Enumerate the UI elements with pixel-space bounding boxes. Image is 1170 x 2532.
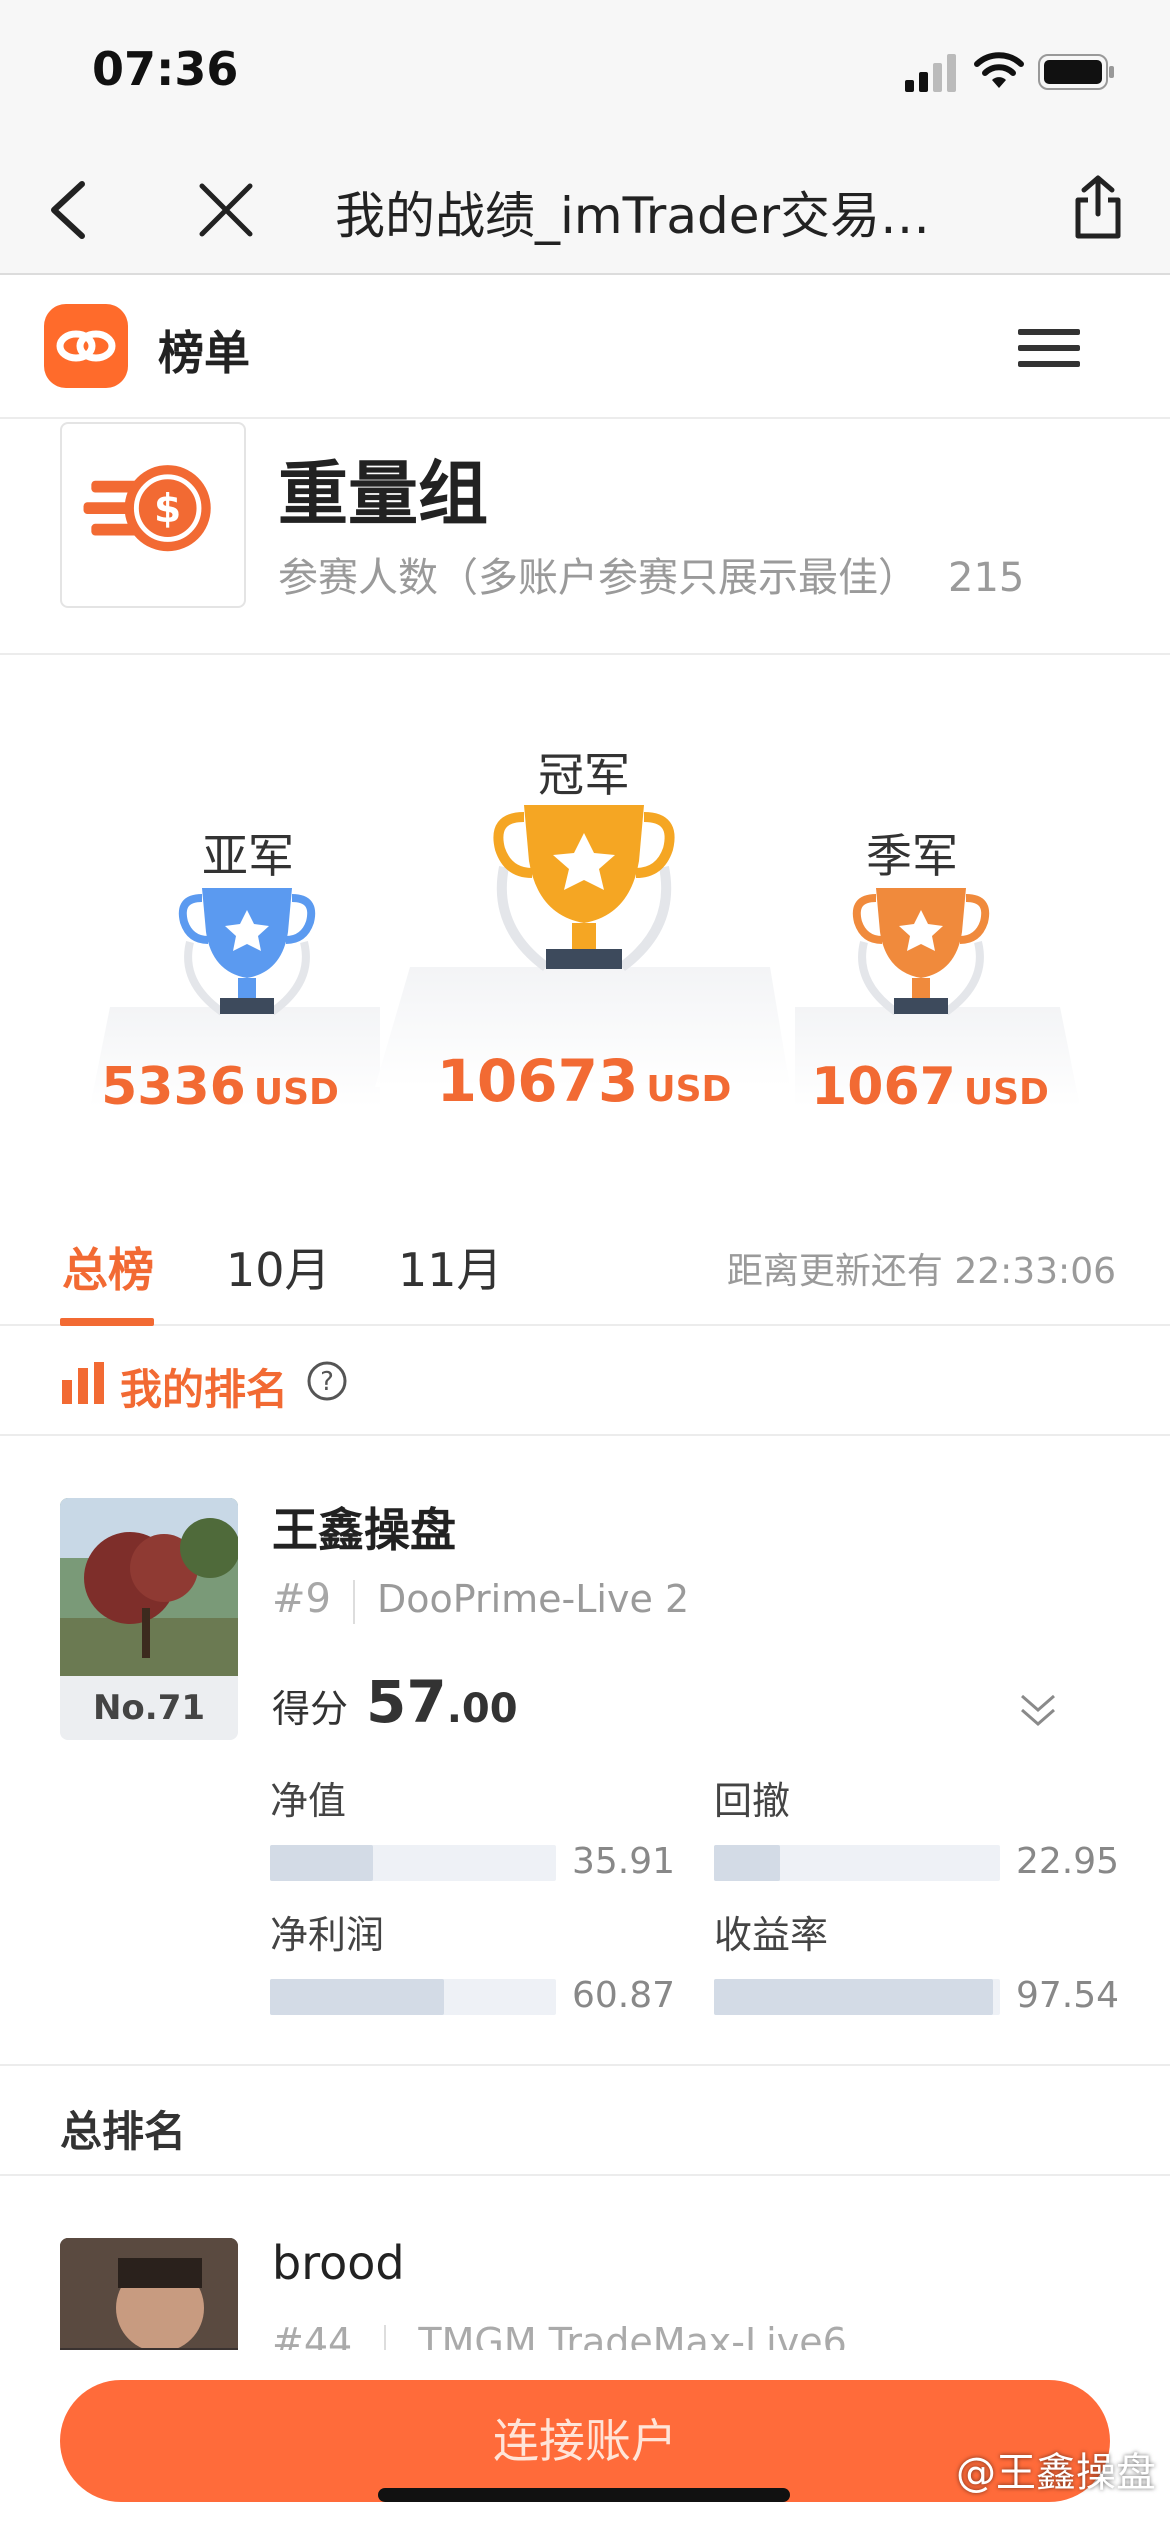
third-place-prize: 1067 USD	[770, 1057, 1090, 1117]
metric-value: 60.87	[572, 1975, 676, 2016]
my-ranking-header: 我的排名 ?	[0, 1328, 1170, 1436]
bottom-bar: 连接账户 @王鑫操盘	[0, 2350, 1170, 2532]
svg-text:?: ?	[320, 1367, 334, 1397]
second-prize-amount: 5336	[101, 1057, 246, 1117]
metric-value: 97.54	[1016, 1975, 1120, 2016]
third-prize-amount: 1067	[811, 1057, 956, 1117]
link-icon	[56, 330, 116, 362]
metric-value: 22.95	[1016, 1841, 1120, 1882]
group-icon: $	[60, 422, 246, 608]
battery-icon	[1038, 54, 1114, 90]
participants-count: 215	[948, 555, 1025, 601]
ranking-user-name: brood	[272, 2236, 405, 2290]
share-icon[interactable]	[1072, 174, 1124, 240]
countdown-label: 距离更新还有	[726, 1251, 943, 1292]
first-place-prize: 10673 USD	[424, 1047, 744, 1115]
silver-trophy-icon	[178, 888, 316, 1016]
gold-trophy-icon	[493, 805, 675, 972]
score-integer: 57	[366, 1668, 447, 1736]
ranking-user-avatar	[60, 2238, 238, 2358]
first-prize-amount: 10673	[436, 1047, 639, 1115]
metric-label: 净利润	[270, 1913, 385, 1957]
signal-icon	[905, 54, 956, 92]
watermark: @王鑫操盘	[956, 2450, 1156, 2496]
app-header: 榜单	[0, 277, 1170, 419]
second-place-label: 亚军	[202, 829, 294, 883]
my-ranking-label: 我的排名	[120, 1365, 289, 1414]
app-logo	[44, 304, 128, 388]
meta-divider	[352, 1579, 355, 1624]
score-label: 得分	[272, 1687, 349, 1731]
expand-icon[interactable]	[1016, 1688, 1060, 1732]
user-meta: #9 DooPrime-Live 2	[272, 1576, 689, 1624]
user-avatar	[60, 1498, 238, 1676]
back-icon[interactable]	[46, 180, 90, 240]
update-countdown: 距离更新还有 22:33:06	[727, 1242, 1116, 1294]
metric-net-value: 净值 35.91	[270, 1770, 690, 1882]
metric-label: 回撤	[714, 1779, 791, 1823]
total-ranking-header: 总排名	[0, 2068, 1170, 2176]
group-card: $ 重量组 参赛人数（多账户参赛只展示最佳） 215	[0, 420, 1170, 655]
metric-bar	[714, 1979, 1000, 2015]
status-bar: 07:36	[0, 0, 1170, 140]
user-server: DooPrime-Live 2	[376, 1577, 690, 1621]
user-rank-badge: No.71	[60, 1676, 238, 1740]
help-icon[interactable]: ?	[306, 1360, 348, 1402]
bronze-trophy-icon	[852, 888, 990, 1016]
second-place-prize: 5336 USD	[60, 1057, 380, 1117]
bar-chart-icon	[62, 1362, 104, 1404]
countdown-time: 22:33:06	[954, 1251, 1116, 1292]
status-time: 07:36	[92, 42, 239, 96]
metric-bar	[270, 1979, 556, 2015]
score: 得分 57.00	[272, 1668, 518, 1736]
connect-account-button[interactable]: 连接账户	[60, 2380, 1110, 2502]
active-tab-indicator	[60, 1318, 154, 1326]
second-prize-unit: USD	[253, 1072, 339, 1113]
metric-return-rate: 收益率 97.54	[714, 1904, 1134, 2016]
first-prize-unit: USD	[646, 1069, 732, 1110]
close-icon[interactable]	[198, 182, 254, 238]
menu-icon[interactable]	[1018, 329, 1080, 369]
tab-november[interactable]: 11月	[398, 1234, 503, 1300]
ranking-list-item[interactable]: brood #44 TMGM TradeMax-Live6	[0, 2178, 1170, 2358]
metric-bar	[270, 1845, 556, 1881]
total-ranking-label: 总排名	[60, 2107, 187, 2156]
user-position: #9	[272, 1576, 331, 1622]
metric-label: 收益率	[714, 1913, 829, 1957]
first-place-label: 冠军	[538, 748, 630, 802]
metric-drawdown: 回撤 22.95	[714, 1770, 1134, 1882]
browser-toolbar: 我的战绩_imTrader交易…	[0, 140, 1170, 275]
user-name: 王鑫操盘	[272, 1503, 456, 1557]
group-title: 重量组	[278, 453, 488, 535]
svg-text:$: $	[154, 487, 181, 532]
tab-october[interactable]: 10月	[226, 1234, 331, 1300]
app-title: 榜单	[158, 326, 250, 380]
podium: 亚军 冠军 季军 5336 USD 10673 USD 1067 USD	[0, 657, 1170, 1177]
metric-bar	[714, 1845, 1000, 1881]
third-place-label: 季军	[866, 829, 958, 883]
coin-icon: $	[83, 465, 211, 552]
participants-info: 参赛人数（多账户参赛只展示最佳） 215	[278, 545, 1024, 603]
metric-net-profit: 净利润 60.87	[270, 1904, 690, 2016]
participants-label: 参赛人数（多账户参赛只展示最佳）	[278, 555, 918, 601]
wifi-icon	[974, 52, 1024, 88]
browser-title: 我的战绩_imTrader交易…	[335, 187, 931, 245]
metric-value: 35.91	[572, 1841, 676, 1882]
score-decimal: .00	[446, 1686, 518, 1732]
home-indicator	[378, 2488, 790, 2502]
third-prize-unit: USD	[963, 1072, 1049, 1113]
metric-label: 净值	[270, 1779, 347, 1823]
tab-overall[interactable]: 总榜	[62, 1234, 154, 1300]
my-ranking-card[interactable]: No.71 王鑫操盘 #9 DooPrime-Live 2 得分 57.00 净值 …	[0, 1438, 1170, 2066]
period-tabs: 总榜 10月 11月 距离更新还有 22:33:06	[0, 1200, 1170, 1326]
